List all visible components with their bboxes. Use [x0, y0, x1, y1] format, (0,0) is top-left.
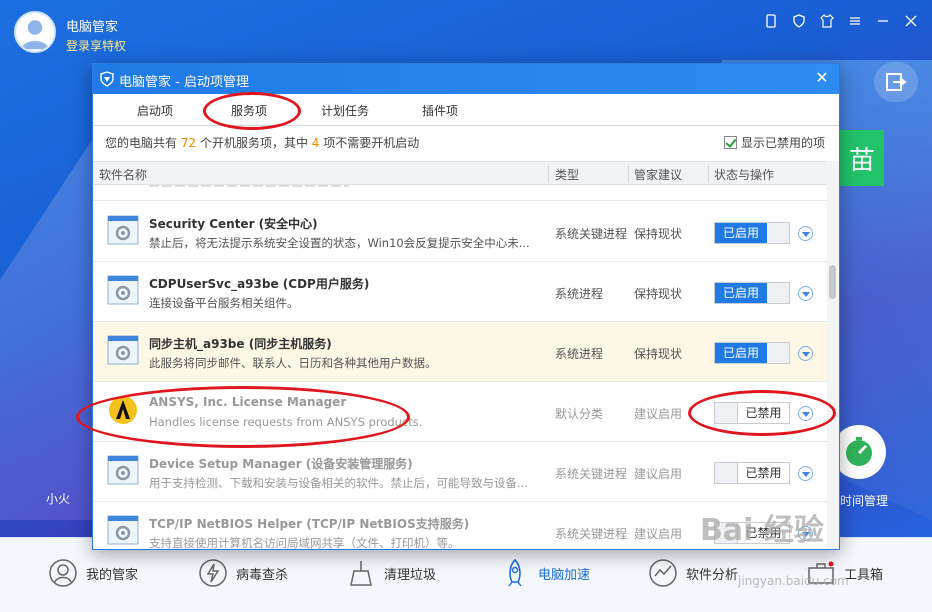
dialog-header: 电脑管家 - 启动项管理 ✕ — [93, 64, 839, 94]
service-gear-icon — [107, 215, 139, 245]
startup-manager-dialog: 电脑管家 - 启动项管理 ✕ 启动项 服务项 计划任务 插件项 您的电脑共有 7… — [92, 63, 840, 550]
show-disabled-option[interactable]: 显示已禁用的项 — [723, 134, 825, 151]
service-name: Device Setup Manager (设备安装管理服务) — [149, 457, 413, 471]
service-gear-icon — [107, 455, 139, 485]
nav-speedup[interactable]: 电脑加速 — [500, 556, 590, 590]
col-type: 类型 — [555, 168, 580, 182]
unneeded-count: 4 — [311, 136, 320, 150]
table-row — [93, 185, 827, 201]
menu-icon[interactable] — [844, 10, 866, 32]
service-advice: 建议启用 — [634, 527, 683, 541]
service-type: 系统关键进程 — [555, 467, 628, 481]
expand-icon[interactable] — [798, 346, 813, 361]
small-label: 小火 — [46, 492, 71, 506]
table-row[interactable]: CDPUserSvc_a93be (CDP用户服务) 连接设备平台服务相关组件。… — [93, 262, 827, 322]
service-type: 系统进程 — [555, 287, 604, 301]
broom-icon — [350, 561, 372, 586]
lightning-icon — [199, 559, 227, 587]
service-advice: 建议启用 — [634, 407, 683, 421]
col-advice: 管家建议 — [634, 168, 683, 182]
status-toggle[interactable]: 已启用 — [714, 342, 790, 364]
col-status: 状态与操作 — [714, 168, 775, 182]
service-gear-icon — [107, 515, 139, 545]
user-icon — [49, 559, 77, 587]
annotation-ellipse-ansys-row — [76, 386, 410, 448]
tab-plugins[interactable]: 插件项 — [422, 102, 458, 119]
close-icon[interactable]: ✕ — [813, 69, 831, 87]
status-toggle[interactable]: 已启用 — [714, 222, 790, 244]
expand-icon[interactable] — [798, 466, 813, 481]
service-type: 系统进程 — [555, 347, 604, 361]
watermark: Bai 经验 — [700, 513, 824, 548]
show-disabled-checkbox[interactable] — [723, 136, 737, 149]
service-desc: 连接设备平台服务相关组件。 — [149, 296, 299, 310]
service-desc: 禁止后，将无法提示系统安全设置的状态，Win10会反复提示安全中心未... — [149, 236, 530, 250]
login-link[interactable]: 登录享特权 — [66, 37, 126, 54]
expand-icon[interactable] — [798, 286, 813, 301]
nav-my-manager[interactable]: 我的管家 — [48, 556, 138, 590]
service-gear-icon — [107, 275, 139, 305]
table-header: 软件名称 类型 管家建议 状态与操作 — [93, 161, 827, 185]
avatar[interactable] — [14, 11, 56, 53]
service-type: 系统关键进程 — [555, 527, 628, 541]
service-name: Security Center (安全中心) — [149, 217, 318, 231]
timer-label[interactable]: 时间管理 — [840, 492, 888, 509]
service-advice: 保持现状 — [634, 347, 683, 361]
service-gear-icon — [107, 335, 139, 365]
service-advice: 保持现状 — [634, 287, 683, 301]
window-controls — [760, 10, 922, 32]
expand-icon[interactable] — [798, 226, 813, 241]
tab-scheduled-tasks[interactable]: 计划任务 — [321, 102, 369, 119]
service-name: CDPUserSvc_a93be (CDP用户服务) — [149, 277, 370, 291]
rocket-icon — [508, 558, 522, 587]
status-toggle[interactable]: 已启用 — [714, 282, 790, 304]
chart-icon — [649, 559, 677, 587]
phone-icon[interactable] — [760, 10, 782, 32]
service-desc: 用于支持检测、下载和安装与设备相关的软件。禁止后，可能导致与设备... — [149, 476, 528, 490]
app-title: 电脑管家 — [66, 20, 119, 35]
service-type: 系统关键进程 — [555, 227, 628, 241]
dialog-title: 电脑管家 - 启动项管理 — [119, 75, 249, 90]
minimize-icon[interactable] — [872, 10, 894, 32]
col-software-name: 软件名称 — [99, 168, 148, 182]
watermark-url: jingyan.baidu.com — [738, 574, 849, 588]
service-desc: 支持直接使用计算机名访问局域网共享（文件、打印机）等。 — [149, 536, 460, 550]
scrollbar[interactable] — [827, 161, 839, 549]
service-type: 默认分类 — [555, 407, 604, 421]
skin-icon[interactable] — [816, 10, 838, 32]
nav-virus-scan[interactable]: 病毒查杀 — [198, 556, 288, 590]
service-summary: 您的电脑共有 72 个开机服务项，其中 4 项不需要开机启动 — [105, 136, 420, 150]
service-advice: 建议启用 — [634, 467, 683, 481]
status-toggle[interactable]: 已禁用 — [714, 462, 790, 484]
annotation-ellipse-services-tab — [203, 92, 301, 130]
total-count: 72 — [180, 136, 197, 150]
table-row[interactable]: Device Setup Manager (设备安装管理服务) 用于支持检测、下… — [93, 442, 827, 502]
service-name: 同步主机_a93be (同步主机服务) — [149, 337, 332, 351]
scrollbar-thumb[interactable] — [829, 265, 836, 299]
top-bar: 电脑管家 登录享特权 — [0, 0, 932, 60]
tab-startup[interactable]: 启动项 — [137, 102, 173, 119]
service-name: TCP/IP NetBIOS Helper (TCP/IP NetBIOS支持服… — [149, 517, 470, 531]
service-list: Security Center (安全中心) 禁止后，将无法提示系统安全设置的状… — [93, 185, 827, 550]
service-advice: 保持现状 — [634, 227, 683, 241]
user-icon — [21, 20, 49, 50]
close-icon[interactable] — [900, 10, 922, 32]
exit-icon[interactable] — [874, 62, 918, 102]
nav-clean-junk[interactable]: 清理垃圾 — [346, 556, 436, 590]
shield-logo-icon — [100, 71, 114, 87]
nav-software-analysis[interactable]: 软件分析 — [648, 556, 738, 590]
table-row[interactable]: Security Center (安全中心) 禁止后，将无法提示系统安全设置的状… — [93, 202, 827, 262]
service-desc: 此服务将同步邮件、联系人、日历和各种其他用户数据。 — [149, 356, 437, 370]
speedup-button[interactable]: 苗 — [840, 130, 884, 186]
timer-icon[interactable] — [832, 425, 886, 479]
table-row[interactable]: 同步主机_a93be (同步主机服务) 此服务将同步邮件、联系人、日历和各种其他… — [93, 322, 827, 382]
annotation-ellipse-disabled-toggle — [688, 390, 836, 436]
shield-icon[interactable] — [788, 10, 810, 32]
